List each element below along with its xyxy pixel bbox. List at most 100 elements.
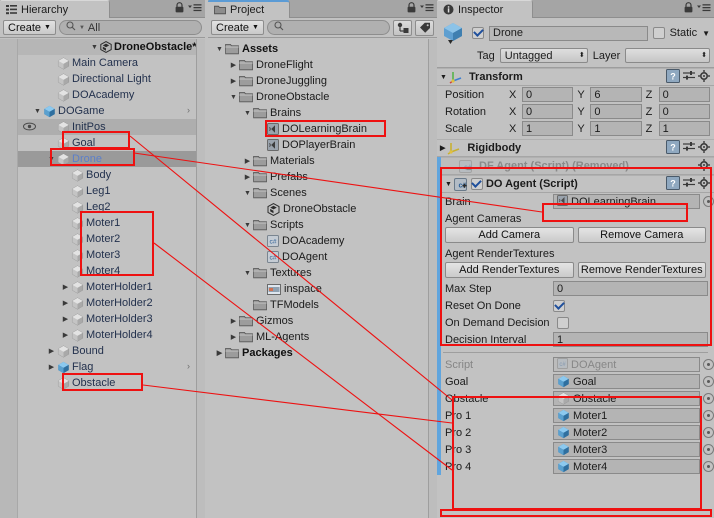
project-item-droneobstacle[interactable]: DroneObstacle [208, 201, 428, 217]
help-icon[interactable]: ? [666, 175, 680, 193]
hierarchy-item-flag[interactable]: ▶ Flag › [18, 359, 196, 375]
chevron-right-icon[interactable]: ▶ [228, 317, 239, 325]
project-item-doacademy[interactable]: c# DOAcademy [208, 233, 428, 249]
hierarchy-item-moterholder4[interactable]: ▶ MoterHolder4 [18, 327, 196, 343]
chevron-down-icon[interactable]: ▼ [89, 44, 100, 51]
prefab-enter-arrow[interactable]: › [187, 105, 190, 115]
object-name-field[interactable]: Drone [489, 25, 648, 41]
transform-rotation-z-field[interactable]: 0 [658, 104, 710, 119]
objref-object-picker[interactable] [703, 444, 714, 455]
project-search-input[interactable] [266, 20, 390, 35]
project-item-inspace[interactable]: inspace [208, 281, 428, 297]
objref-field[interactable]: Goal [553, 374, 700, 389]
lock-icon[interactable] [684, 2, 693, 16]
on-demand-decision-checkbox[interactable] [557, 316, 569, 329]
project-item-gizmos[interactable]: ▶ Gizmos [208, 313, 428, 329]
hierarchy-item-moter3[interactable]: Moter3 [18, 247, 196, 263]
hierarchy-item-obstacle[interactable]: Obstacle [18, 375, 196, 391]
chevron-right-icon[interactable]: ▶ [60, 283, 71, 291]
visibility-eye-icon[interactable] [23, 121, 36, 135]
hierarchy-item-drone[interactable]: ▼ Drone [18, 151, 196, 167]
project-item-doplayerbrain[interactable]: DOPlayerBrain [208, 137, 428, 153]
brain-object-picker[interactable] [703, 196, 714, 207]
objref-field[interactable]: Moter1 [553, 408, 700, 423]
project-item-prefabs[interactable]: ▶ Prefabs [208, 169, 428, 185]
hierarchy-item-bound[interactable]: ▶ Bound [18, 343, 196, 359]
hierarchy-create-button[interactable]: Create ▼ [3, 20, 56, 35]
transform-position-y-field[interactable]: 6 [590, 87, 642, 102]
chevron-down-icon[interactable]: ▼ [46, 156, 57, 163]
component-header-rigidbody[interactable]: ▶ Rigidbody ? [437, 139, 714, 157]
transform-scale-y-field[interactable]: 1 [590, 121, 642, 136]
transform-scale-z-field[interactable]: 1 [658, 121, 710, 136]
hierarchy-item-moterholder1[interactable]: ▶ MoterHolder1 [18, 279, 196, 295]
chevron-down-icon[interactable]: ▼ [214, 46, 225, 53]
project-item-brains[interactable]: ▼ Brains [208, 105, 428, 121]
chevron-right-icon[interactable]: ▶ [60, 315, 71, 323]
hierarchy-scene-root[interactable]: ▼ DroneObstacle* ▼ ≡ [18, 39, 203, 55]
preset-icon[interactable] [683, 70, 695, 85]
chevron-down-icon[interactable]: ▼ [242, 222, 253, 229]
reset-on-done-checkbox[interactable] [553, 299, 565, 312]
project-create-button[interactable]: Create ▼ [211, 20, 264, 35]
help-icon[interactable]: ? [666, 68, 680, 86]
hierarchy-item-dogame[interactable]: ▼ DOGame › [18, 103, 196, 119]
remove-camera-button[interactable]: Remove Camera [577, 227, 706, 243]
chevron-right-icon[interactable]: ▶ [242, 173, 253, 181]
chevron-down-icon[interactable]: ▼ [242, 190, 253, 197]
chevron-down-icon[interactable]: ▼ [242, 110, 253, 117]
add-rendertextures-button[interactable]: Add RenderTextures [445, 262, 574, 278]
hierarchy-item-moterholder3[interactable]: ▶ MoterHolder3 [18, 311, 196, 327]
project-item-assets[interactable]: ▼ Assets [208, 41, 428, 57]
chevron-right-icon[interactable]: ▶ [228, 77, 239, 85]
hierarchy-item-goal[interactable]: Goal [18, 135, 196, 151]
project-tree[interactable]: ▼ Assets ▶ DroneFlight ▶ DroneJuggling ▼ DroneO… [208, 41, 428, 361]
chevron-right-icon[interactable]: ▶ [46, 363, 57, 371]
tab-project[interactable]: Project [208, 0, 290, 18]
transform-position-x-field[interactable]: 0 [522, 87, 574, 102]
project-item-scripts[interactable]: ▼ Scripts [208, 217, 428, 233]
chevron-down-icon[interactable]: ▼ [445, 181, 452, 188]
help-icon[interactable]: ? [666, 139, 680, 157]
project-item-tfmodels[interactable]: TFModels [208, 297, 428, 313]
remove-rendertextures-button[interactable]: Remove RenderTextures [577, 262, 706, 278]
objref-field[interactable]: Moter3 [553, 442, 700, 457]
chevron-right-icon[interactable]: ▶ [228, 333, 239, 341]
hierarchy-item-doacademy[interactable]: DOAcademy [18, 87, 196, 103]
hierarchy-item-initpos[interactable]: InitPos [18, 119, 196, 135]
transform-rotation-x-field[interactable]: 0 [522, 104, 574, 119]
label-icon[interactable] [415, 19, 434, 36]
preset-icon[interactable] [683, 141, 695, 156]
favorites-icon[interactable] [393, 19, 412, 36]
project-item-materials[interactable]: ▶ Materials [208, 153, 428, 169]
objref-object-picker[interactable] [703, 461, 714, 472]
hierarchy-scrollbar[interactable] [196, 39, 205, 518]
project-item-scenes[interactable]: ▼ Scenes [208, 185, 428, 201]
chevron-right-icon[interactable]: ▶ [440, 144, 445, 152]
chevron-right-icon[interactable]: ▶ [60, 331, 71, 339]
objref-field[interactable]: Moter2 [553, 425, 700, 440]
panel-menu-icon[interactable] [420, 2, 434, 16]
hierarchy-search-input[interactable]: ▼ All [58, 20, 202, 35]
preset-icon[interactable] [683, 177, 695, 192]
objref-object-picker[interactable] [703, 427, 714, 438]
chevron-right-icon[interactable]: ▶ [228, 61, 239, 69]
hierarchy-tree[interactable]: Main Camera Directional Light DOAcademy ▼ DO… [18, 55, 196, 391]
hierarchy-item-directional light[interactable]: Directional Light [18, 71, 196, 87]
hierarchy-item-moterholder2[interactable]: ▶ MoterHolder2 [18, 295, 196, 311]
project-item-ml-agents[interactable]: ▶ ML-Agents [208, 329, 428, 345]
max-step-field[interactable]: 0 [553, 281, 708, 296]
component-header-transform[interactable]: ▼ Transform ? [437, 68, 714, 86]
gear-icon[interactable] [698, 69, 710, 85]
hierarchy-item-body[interactable]: Body [18, 167, 196, 183]
panel-menu-icon[interactable] [697, 2, 711, 16]
transform-scale-x-field[interactable]: 1 [522, 121, 574, 136]
project-item-packages[interactable]: ▶ Packages [208, 345, 428, 361]
hierarchy-item-leg2[interactable]: Leg2 [18, 199, 196, 215]
objref-object-picker[interactable] [703, 376, 714, 387]
hierarchy-item-moter2[interactable]: Moter2 [18, 231, 196, 247]
layer-dropdown[interactable]: ⬍ [625, 48, 710, 63]
project-scrollbar[interactable] [428, 39, 437, 518]
decision-interval-field[interactable]: 1 [553, 332, 708, 347]
object-enabled-checkbox[interactable] [472, 27, 484, 39]
